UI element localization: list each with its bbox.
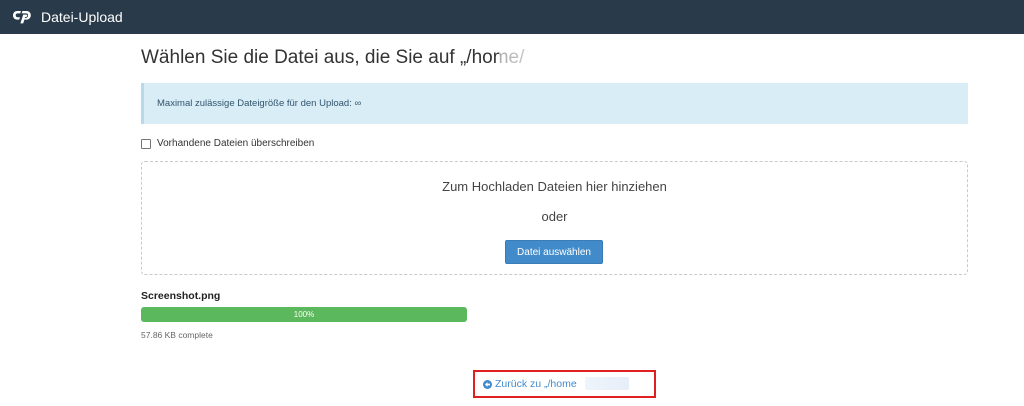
heading-row: Wählen Sie die Datei aus, die Sie auf „/… — [141, 47, 821, 73]
back-to-home-link[interactable]: Zurück zu „/home — [483, 378, 577, 390]
back-link-label[interactable]: Zurück zu „/home — [495, 378, 577, 390]
or-separator-text: oder — [541, 209, 568, 224]
redacted-path — [499, 49, 767, 71]
file-dropzone[interactable]: Zum Hochladen Dateien hier hinziehen ode… — [141, 161, 968, 275]
choose-file-button[interactable]: Datei auswählen — [505, 240, 603, 264]
app-title: Datei-Upload — [41, 9, 123, 25]
cpanel-logo-icon[interactable] — [12, 8, 34, 26]
overwrite-checkbox[interactable] — [141, 138, 151, 149]
overwrite-option[interactable]: Vorhandene Dateien überschreiben — [141, 138, 314, 149]
redacted-path — [585, 377, 629, 390]
top-bar: Datei-Upload — [0, 0, 1024, 34]
max-size-info-alert: Maximal zulässige Dateigröße für den Upl… — [141, 83, 968, 124]
upload-progress-fill: 100% — [141, 307, 467, 322]
max-size-info-text: Maximal zulässige Dateigröße für den Upl… — [157, 98, 362, 109]
upload-progress-label: 100% — [293, 310, 315, 319]
upload-status-text: 57.86 KB complete — [141, 330, 213, 340]
overwrite-label[interactable]: Vorhandene Dateien überschreiben — [157, 138, 314, 149]
drag-hint-text: Zum Hochladen Dateien hier hinziehen — [442, 179, 667, 194]
arrow-left-circle-icon — [483, 379, 492, 389]
uploaded-file-name: Screenshot.png — [141, 290, 221, 302]
back-link-highlight: Zurück zu „/home — [473, 370, 656, 398]
upload-progress-bar: 100% — [141, 307, 467, 322]
